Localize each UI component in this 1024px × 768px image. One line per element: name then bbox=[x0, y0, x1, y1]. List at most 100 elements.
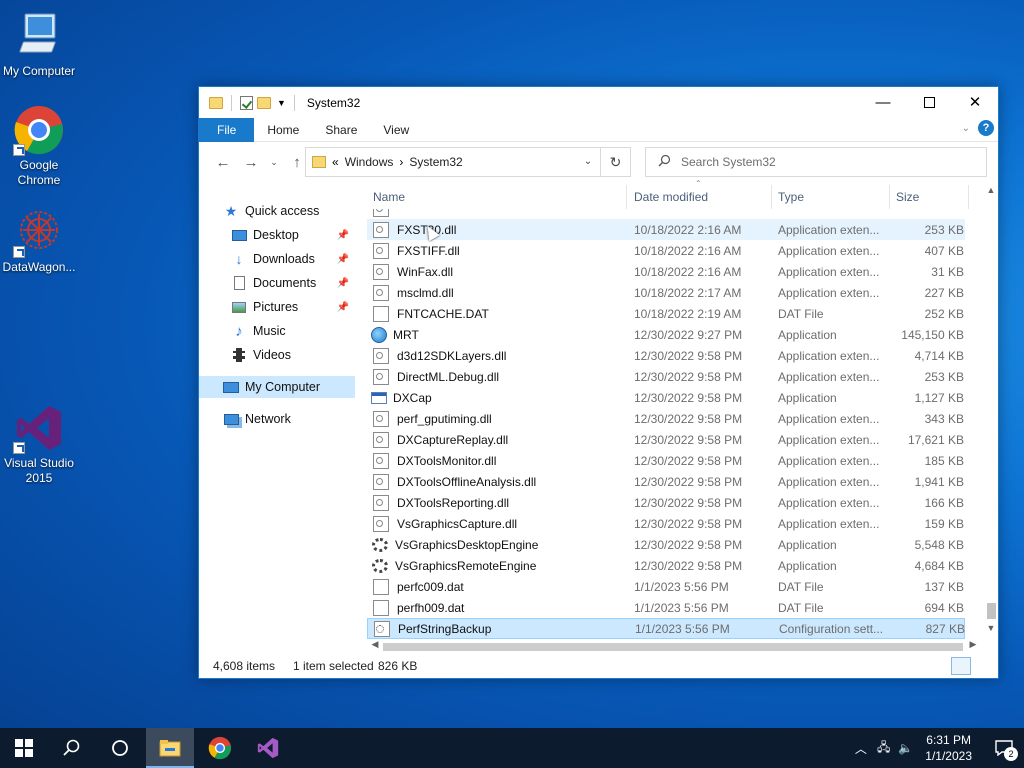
nav-videos[interactable]: Videos bbox=[199, 344, 355, 366]
column-type[interactable]: Type bbox=[772, 185, 890, 209]
file-row[interactable]: WinFax.dll 10/18/2022 2:16 AM Application … bbox=[367, 261, 965, 282]
large-icons-view-button[interactable] bbox=[973, 657, 993, 675]
volume-icon[interactable]: 🔈 bbox=[898, 741, 913, 755]
breadcrumb-windows[interactable]: Windows bbox=[345, 155, 394, 169]
column-name[interactable]: Name bbox=[367, 185, 627, 209]
task-view-button[interactable] bbox=[96, 728, 144, 768]
maximize-button[interactable] bbox=[906, 87, 952, 117]
details-view-button[interactable] bbox=[951, 657, 971, 675]
file-row[interactable]: DXToolsReporting.dll 12/30/2022 9:58 PM Ap… bbox=[367, 492, 965, 513]
file-row[interactable]: perf_gputiming.dll 12/30/2022 9:58 PM Appl… bbox=[367, 408, 965, 429]
file-row[interactable]: VsGraphicsRemoteEngine 12/30/2022 9:58 PM… bbox=[367, 555, 965, 576]
file-row[interactable]: msclmd.dll 10/18/2022 2:17 AM Application … bbox=[367, 282, 965, 303]
desktop-icon-my-computer[interactable]: My Computer bbox=[0, 10, 78, 79]
file-row[interactable]: DirectML.Debug.dll 12/30/2022 9:58 PM Appl… bbox=[367, 366, 965, 387]
dll-file-icon bbox=[373, 284, 389, 301]
show-hidden-icons-icon[interactable]: ︿ bbox=[855, 740, 867, 757]
action-center-button[interactable]: 2 bbox=[984, 728, 1024, 768]
dat-file-icon bbox=[373, 599, 389, 616]
file-row[interactable]: PerfStringBackup 1/1/2023 5:56 PM Configur… bbox=[367, 618, 965, 639]
nav-network[interactable]: Network bbox=[199, 408, 355, 430]
column-date-modified[interactable]: Date modified bbox=[628, 185, 772, 209]
expand-ribbon-icon[interactable]: ⌄ bbox=[962, 123, 970, 134]
refresh-button[interactable]: ↻ bbox=[601, 147, 631, 177]
engine-application-icon bbox=[372, 558, 388, 573]
search-button[interactable] bbox=[48, 728, 96, 768]
tab-view[interactable]: View bbox=[370, 118, 422, 142]
help-icon[interactable]: ? bbox=[978, 120, 994, 136]
scroll-down-icon[interactable]: ▼ bbox=[983, 623, 999, 639]
breadcrumb-system32[interactable]: System32 bbox=[409, 155, 462, 169]
minimize-button[interactable]: — bbox=[860, 87, 906, 117]
file-row[interactable]: perfh009.dat 1/1/2023 5:56 PM DAT File 694 … bbox=[367, 597, 965, 618]
close-button[interactable]: ✕ bbox=[952, 87, 998, 117]
scroll-left-icon[interactable]: ◀ bbox=[367, 639, 383, 650]
pin-icon[interactable]: 📌 bbox=[337, 302, 349, 313]
file-row[interactable]: DXToolsMonitor.dll 12/30/2022 9:58 PM Appl… bbox=[367, 450, 965, 471]
search-box[interactable]: Search System32 bbox=[645, 147, 987, 177]
scroll-right-icon[interactable]: ▶ bbox=[965, 639, 981, 650]
recent-locations-button[interactable]: ⌄ bbox=[265, 157, 283, 168]
properties-icon[interactable] bbox=[240, 95, 253, 110]
computer-icon bbox=[13, 10, 65, 62]
nav-label: Quick access bbox=[245, 204, 320, 218]
tab-share[interactable]: Share bbox=[312, 118, 370, 142]
nav-pictures[interactable]: Pictures 📌 bbox=[199, 296, 355, 318]
pin-icon[interactable]: 📌 bbox=[337, 254, 349, 265]
taskbar-visual-studio[interactable] bbox=[244, 728, 292, 768]
vertical-scrollbar[interactable]: ▲ ▼ bbox=[983, 185, 999, 639]
tab-file[interactable]: File bbox=[199, 117, 255, 142]
file-row[interactable]: MRT 12/30/2022 9:27 PM Application 145,150 … bbox=[367, 324, 965, 345]
file-name-cell: PerfStringBackup bbox=[372, 620, 628, 637]
back-button[interactable]: ← bbox=[209, 154, 237, 171]
pin-icon[interactable]: 📌 bbox=[337, 230, 349, 241]
start-button[interactable] bbox=[0, 728, 48, 768]
clock-time: 6:31 PM bbox=[926, 733, 971, 747]
file-row[interactable]: FXSTIFF.dll 10/18/2022 2:16 AM Application… bbox=[367, 240, 965, 261]
nav-my-computer[interactable]: My Computer bbox=[199, 376, 355, 398]
nav-documents[interactable]: Documents 📌 bbox=[199, 272, 355, 294]
file-type: Application bbox=[778, 537, 837, 552]
file-row[interactable]: VsGraphicsCapture.dll 12/30/2022 9:58 PM A… bbox=[367, 513, 965, 534]
tab-home[interactable]: Home bbox=[254, 118, 312, 142]
clock[interactable]: 6:31 PM 1/1/2023 bbox=[925, 732, 972, 764]
nav-desktop[interactable]: Desktop 📌 bbox=[199, 224, 355, 246]
file-row[interactable]: perfc009.dat 1/1/2023 5:56 PM DAT File 137 … bbox=[367, 576, 965, 597]
scroll-thumb[interactable] bbox=[987, 603, 996, 619]
nav-downloads[interactable]: ↓ Downloads 📌 bbox=[199, 248, 355, 270]
taskbar-file-explorer[interactable] bbox=[146, 728, 194, 768]
file-row[interactable]: DXCaptureReplay.dll 12/30/2022 9:58 PM App… bbox=[367, 429, 965, 450]
file-row[interactable]: VsGraphicsDesktopEngine 12/30/2022 9:58 P… bbox=[367, 534, 965, 555]
horizontal-scrollbar[interactable]: ◀ ▶ bbox=[367, 639, 983, 655]
file-row[interactable]: FNTCACHE.DAT 10/18/2022 2:19 AM DAT File 25… bbox=[367, 303, 965, 324]
scroll-up-icon[interactable]: ▲ bbox=[983, 185, 999, 201]
network-status-icon[interactable]: 🖧 bbox=[877, 738, 890, 759]
desktop-icon-datawagon[interactable]: DataWagon... bbox=[0, 206, 78, 275]
title-bar[interactable]: ▼ System32 — ✕ bbox=[199, 87, 998, 118]
customize-dropdown-icon[interactable]: ▼ bbox=[277, 98, 286, 108]
visual-studio-icon bbox=[13, 402, 65, 454]
column-size[interactable]: Size bbox=[890, 185, 969, 209]
file-type: Application bbox=[778, 558, 837, 573]
file-name-cell: perf_gputiming.dll bbox=[371, 410, 627, 427]
address-dropdown-icon[interactable]: ⌄ bbox=[576, 148, 600, 176]
file-row[interactable]: FXST30.dll 10/18/2022 2:16 AM Application … bbox=[367, 219, 965, 240]
file-row[interactable] bbox=[367, 209, 965, 219]
taskbar-chrome[interactable] bbox=[196, 728, 244, 768]
desktop-icon-chrome[interactable]: Google Chrome bbox=[0, 104, 78, 188]
nav-quick-access[interactable]: ★ Quick access bbox=[199, 200, 355, 222]
address-overflow[interactable]: « bbox=[332, 155, 339, 169]
desktop-icon-visual-studio[interactable]: Visual Studio 2015 bbox=[0, 402, 78, 486]
file-name-cell: perfc009.dat bbox=[371, 578, 627, 595]
pin-icon[interactable]: 📌 bbox=[337, 278, 349, 289]
hscroll-thumb[interactable] bbox=[383, 643, 963, 651]
new-folder-icon[interactable] bbox=[257, 96, 271, 109]
forward-button[interactable]: → bbox=[237, 154, 265, 171]
file-row[interactable]: d3d12SDKLayers.dll 12/30/2022 9:58 PM Appl… bbox=[367, 345, 965, 366]
file-row[interactable]: DXToolsOfflineAnalysis.dll 12/30/2022 9:5… bbox=[367, 471, 965, 492]
file-row[interactable]: DXCap 12/30/2022 9:58 PM Application 1,127 … bbox=[367, 387, 965, 408]
file-type: DAT File bbox=[778, 306, 824, 321]
file-type: Application exten... bbox=[778, 243, 880, 258]
nav-music[interactable]: ♪ Music bbox=[199, 320, 355, 342]
address-bar[interactable]: « Windows › System32 ⌄ bbox=[305, 147, 601, 177]
